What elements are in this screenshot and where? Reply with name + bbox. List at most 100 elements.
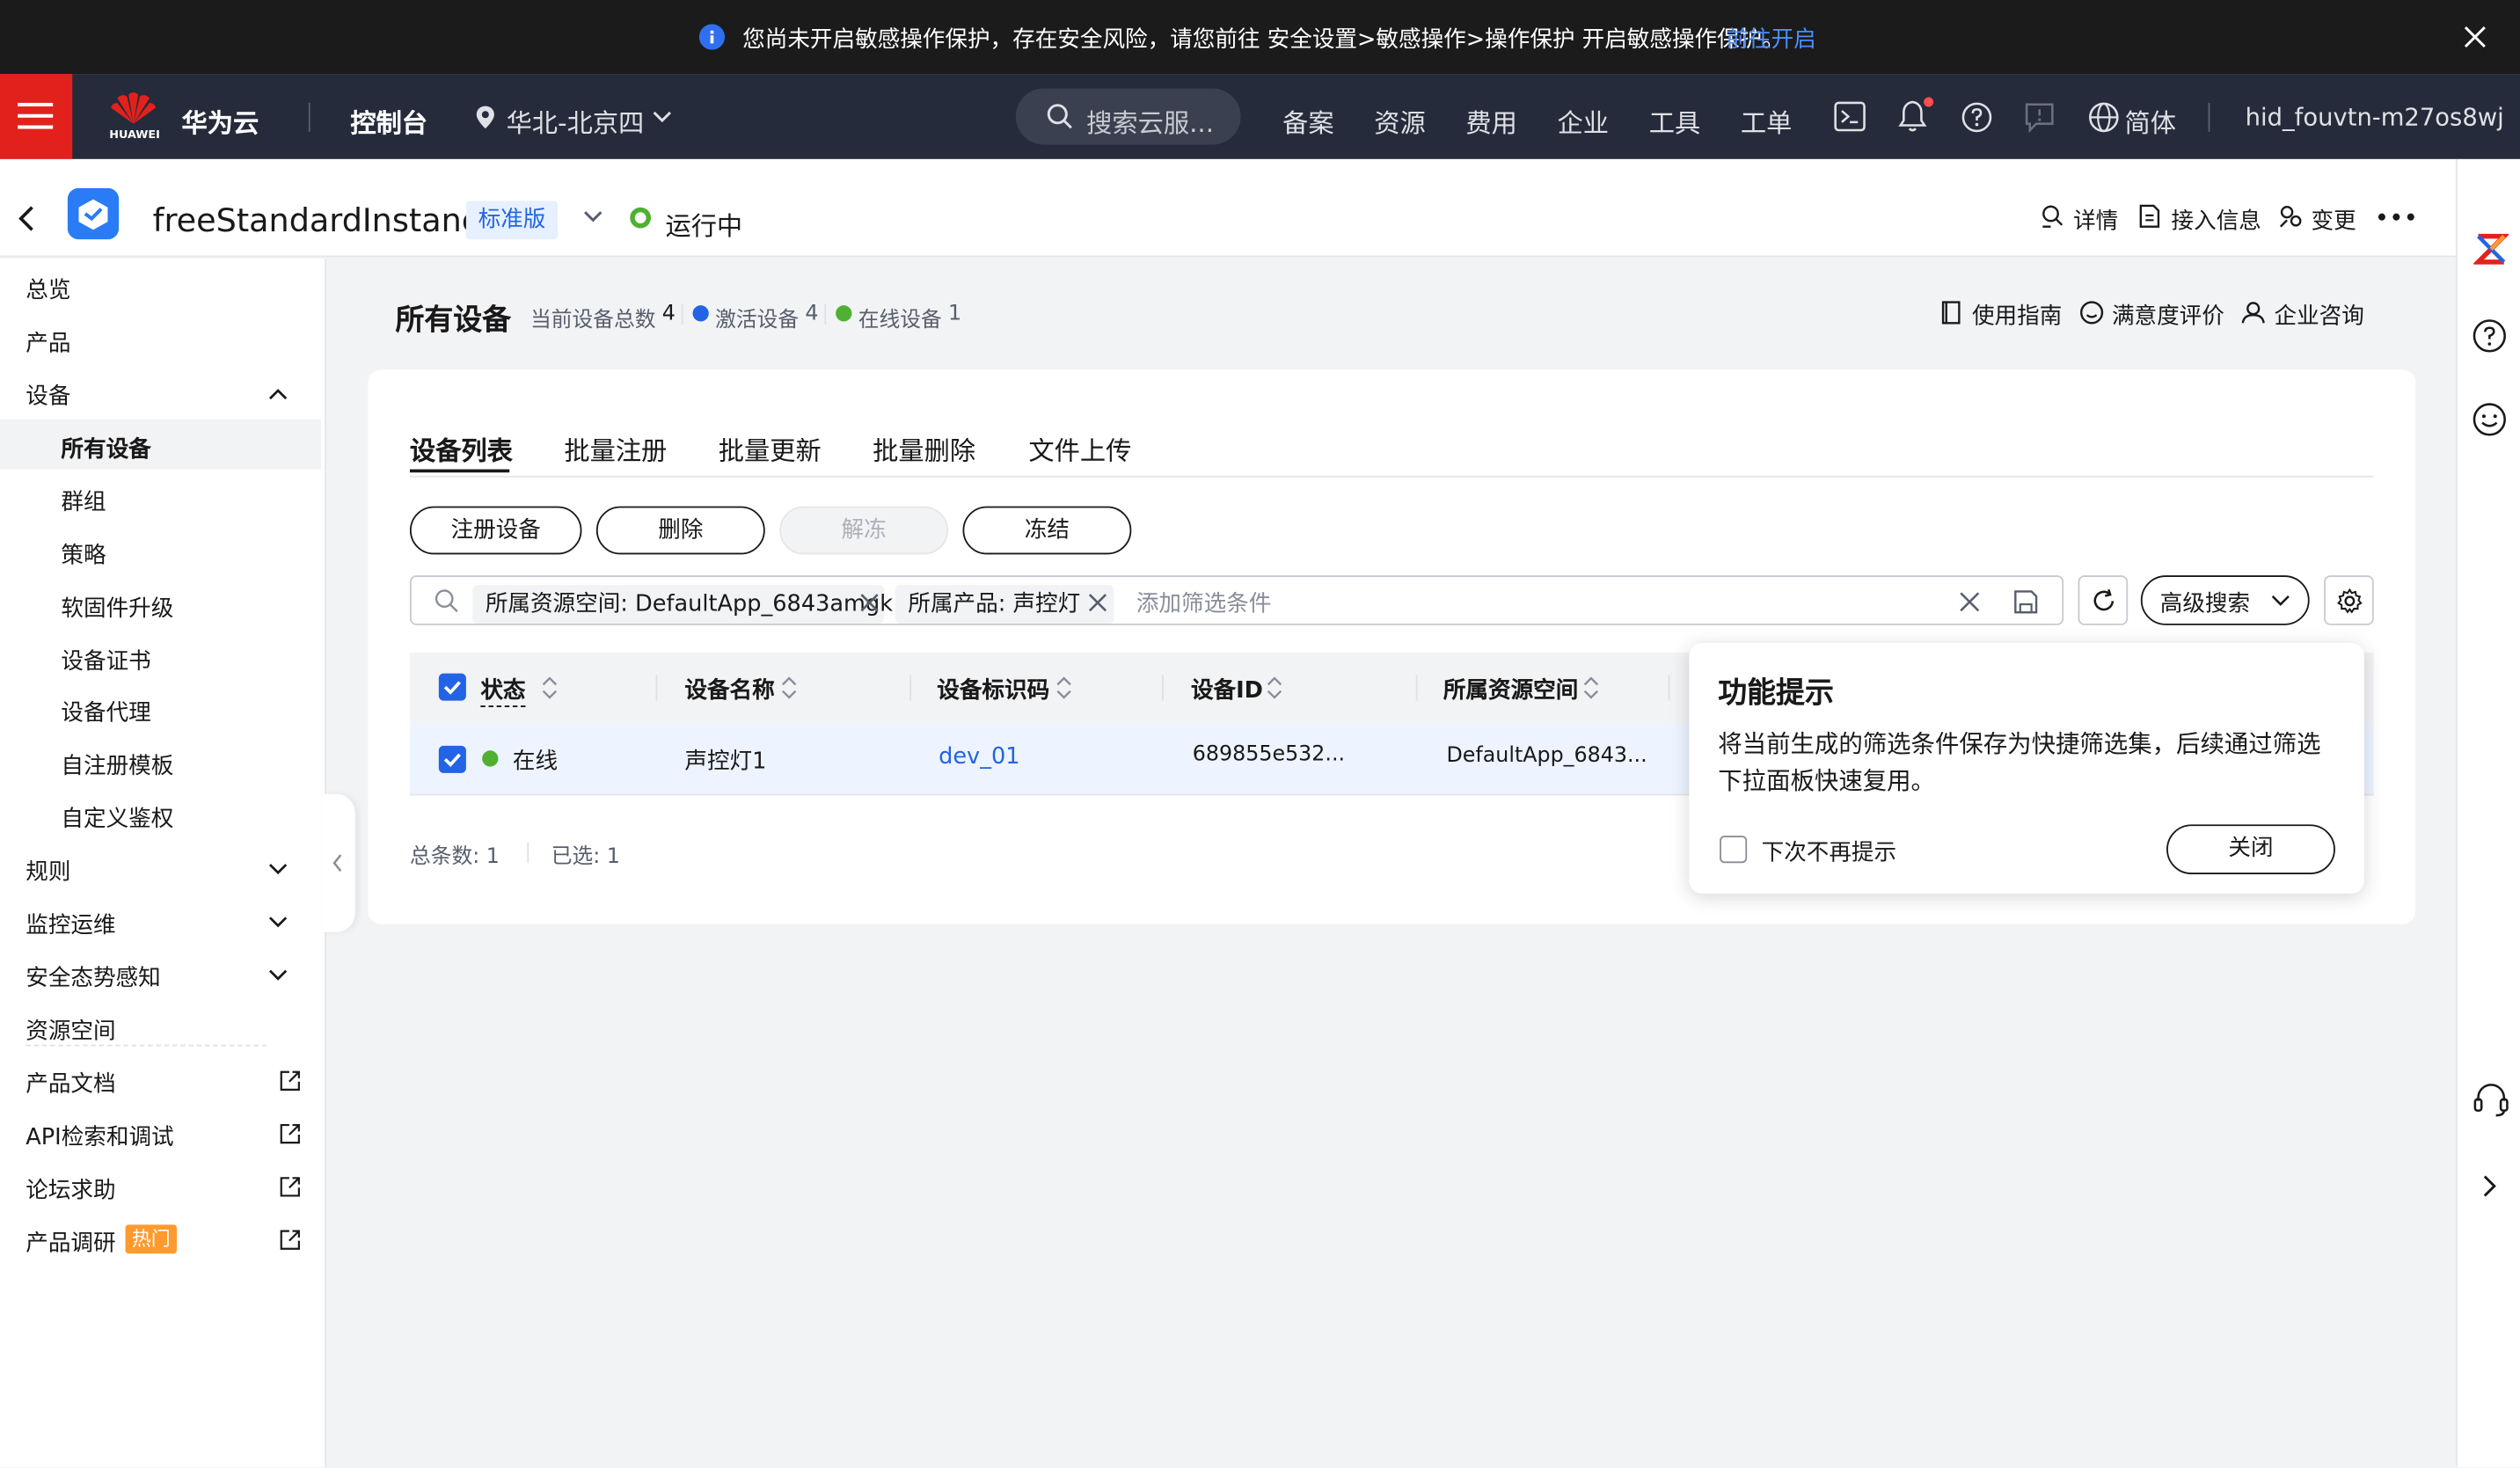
nav-tickets[interactable]: 工单 (1741, 101, 1792, 140)
sort-icon[interactable] (1583, 675, 1599, 700)
row-device-id: 689855e532... (1192, 742, 1346, 767)
close-tip-button[interactable]: 关闭 (2166, 824, 2335, 874)
menu-button[interactable] (0, 74, 73, 159)
search-box[interactable]: 搜索云服... (1015, 88, 1241, 145)
instance-name: freeStandardInstance (152, 201, 500, 240)
sidebar-item-policies[interactable]: 策略 (61, 538, 106, 571)
save-filter-icon[interactable] (2013, 590, 2038, 614)
sidebar-item-rules[interactable]: 规则 (26, 855, 70, 887)
chevron-up-icon[interactable] (267, 386, 289, 402)
sidebar-item-ota[interactable]: 软固件升级 (61, 591, 173, 624)
help-icon[interactable] (2472, 318, 2507, 354)
tab-batch-delete[interactable]: 批量删除 (873, 429, 975, 468)
chevron-right-icon[interactable] (2481, 1173, 2497, 1199)
sort-icon[interactable] (781, 675, 797, 700)
clear-filter-icon[interactable] (1959, 591, 1980, 612)
bell-icon[interactable] (1896, 97, 1935, 135)
help-icon[interactable] (1961, 101, 1993, 134)
chevron-down-icon[interactable] (267, 861, 289, 877)
user-account[interactable]: hid_fouvtn-m27os8wj (2246, 103, 2504, 132)
sidebar-link-forum[interactable]: 论坛求助 (26, 1173, 115, 1206)
column-divider (1668, 675, 1670, 701)
nav-billing[interactable]: 费用 (1465, 101, 1516, 140)
total-devices-count: 4 (661, 302, 676, 326)
freeze-button[interactable]: 冻结 (962, 506, 1132, 555)
sidebar-item-certificates[interactable]: 设备证书 (61, 645, 150, 677)
select-all-checkbox[interactable] (438, 673, 466, 701)
region-selector[interactable]: 华北-北京四 (507, 101, 645, 140)
dont-show-label[interactable]: 下次不再提示 (1762, 836, 1896, 868)
consult-icon (2241, 302, 2265, 324)
register-device-button[interactable]: 注册设备 (409, 506, 582, 555)
row-node-id-link[interactable]: dev_01 (939, 744, 1019, 770)
rating-link[interactable]: 满意度评价 (2112, 299, 2224, 332)
remove-filter-icon[interactable] (1088, 593, 1107, 612)
refresh-button[interactable] (2078, 575, 2129, 625)
nav-tools[interactable]: 工具 (1649, 101, 1700, 140)
column-node-id[interactable]: 设备标识码 (937, 674, 1049, 706)
guide-link[interactable]: 使用指南 (1972, 299, 2062, 332)
brand-name[interactable]: 华为云 (181, 101, 259, 140)
console-link[interactable]: 控制台 (350, 101, 427, 140)
sidebar-item-resource-space[interactable]: 资源空间 (26, 1014, 115, 1047)
back-arrow-icon[interactable] (16, 204, 35, 233)
tab-batch-register[interactable]: 批量注册 (564, 429, 667, 468)
detail-icon (2042, 205, 2063, 228)
dont-show-checkbox[interactable] (1720, 836, 1748, 864)
more-icon[interactable] (2377, 212, 2415, 222)
filter-input[interactable]: 添加筛选条件 (1136, 587, 1271, 619)
remove-filter-icon[interactable] (860, 593, 880, 612)
sort-icon[interactable] (542, 675, 558, 700)
sidebar-link-docs[interactable]: 产品文档 (26, 1067, 115, 1099)
settings-button[interactable] (2324, 575, 2374, 625)
sidebar-link-api[interactable]: API检索和调试 (26, 1121, 173, 1153)
tab-batch-update[interactable]: 批量更新 (719, 429, 822, 468)
sort-icon[interactable] (1055, 675, 1071, 700)
sidebar-item-proxy[interactable]: 设备代理 (61, 696, 150, 728)
chevron-down-icon[interactable] (267, 968, 289, 983)
sidebar-item-monitoring[interactable]: 监控运维 (26, 908, 115, 940)
ai-assistant-icon[interactable] (2473, 231, 2509, 267)
sidebar-item-overview[interactable]: 总览 (26, 274, 70, 306)
smile-feedback-icon[interactable] (2472, 402, 2507, 437)
chevron-down-icon[interactable] (267, 915, 289, 931)
change-link[interactable]: 变更 (2312, 204, 2356, 237)
sidebar-link-survey[interactable]: 产品调研 (26, 1226, 115, 1259)
sidebar-item-groups[interactable]: 群组 (61, 486, 106, 518)
document-icon (2139, 204, 2160, 228)
sidebar-item-self-register[interactable]: 自注册模板 (61, 749, 173, 781)
sidebar-item-security[interactable]: 安全态势感知 (26, 961, 160, 994)
unfreeze-button[interactable]: 解冻 (779, 506, 949, 555)
smile-icon (2080, 301, 2104, 325)
enable-protection-link[interactable]: 前往开启 (1726, 23, 1815, 55)
sort-icon[interactable] (1267, 675, 1282, 700)
tab-divider (409, 475, 2374, 478)
language-selector[interactable]: 简体 (2125, 101, 2176, 140)
sidebar-item-all-devices[interactable]: 所有设备 (61, 433, 150, 465)
filter-chip-product: 所属产品: 声控灯 (895, 585, 1114, 624)
consult-link[interactable]: 企业咨询 (2274, 299, 2363, 332)
nav-enterprise[interactable]: 企业 (1558, 101, 1609, 140)
tab-device-list[interactable]: 设备列表 (410, 429, 513, 468)
nav-beian[interactable]: 备案 (1282, 101, 1333, 140)
tab-file-upload[interactable]: 文件上传 (1028, 429, 1131, 468)
access-info-link[interactable]: 接入信息 (2172, 204, 2261, 237)
delete-button[interactable]: 删除 (595, 506, 765, 555)
column-device-name[interactable]: 设备名称 (684, 674, 774, 706)
customer-service-icon[interactable] (2472, 1080, 2510, 1119)
column-status[interactable]: 状态 (480, 674, 526, 707)
detail-link[interactable]: 详情 (2073, 204, 2118, 237)
sidebar-item-device[interactable]: 设备 (26, 379, 70, 412)
chevron-down-icon[interactable] (581, 209, 604, 225)
column-device-id[interactable]: 设备ID (1191, 674, 1263, 706)
column-resource-space[interactable]: 所属资源空间 (1443, 674, 1578, 706)
sidebar-item-product[interactable]: 产品 (26, 326, 70, 359)
sidebar-item-custom-auth[interactable]: 自定义鉴权 (61, 802, 173, 835)
advanced-search-button[interactable]: 高级搜索 (2140, 575, 2310, 625)
row-checkbox[interactable] (438, 745, 466, 773)
feedback-icon[interactable] (2023, 101, 2056, 134)
close-icon[interactable] (2462, 24, 2487, 49)
nav-resources[interactable]: 资源 (1374, 101, 1425, 140)
sidebar-collapse-handle[interactable] (321, 793, 355, 932)
terminal-icon[interactable] (1834, 101, 1866, 132)
